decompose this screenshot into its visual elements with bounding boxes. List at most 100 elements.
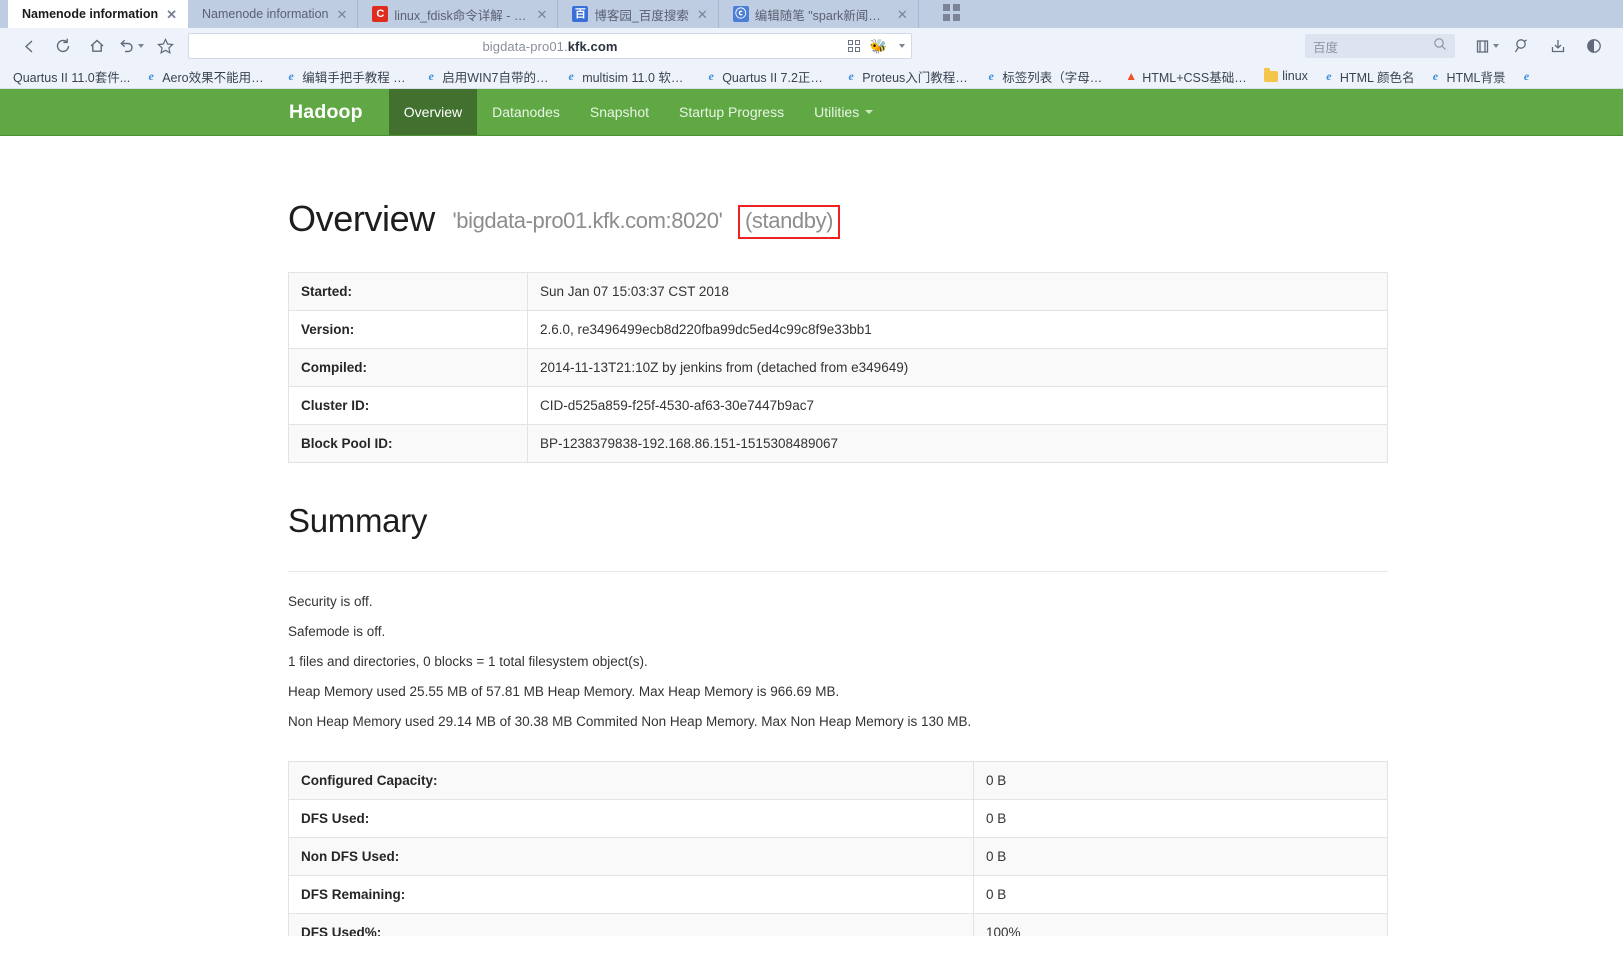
table-cell-key: Version: bbox=[288, 310, 528, 349]
apps-grid-icon[interactable] bbox=[942, 4, 960, 21]
ie-icon: e bbox=[848, 69, 854, 83]
overview-table: Started: Sun Jan 07 15:03:37 CST 2018 Vers… bbox=[288, 272, 1388, 463]
table-row: Started: Sun Jan 07 15:03:37 CST 2018 bbox=[288, 272, 1388, 311]
summary-line: Security is off. bbox=[288, 594, 373, 609]
nav-item-startup-progress[interactable]: Startup Progress bbox=[664, 89, 799, 135]
tab-title: linux_fdisk命令详解 - jac... bbox=[394, 8, 537, 23]
zoom-button[interactable] bbox=[1505, 31, 1539, 61]
tab-close-icon[interactable]: ✕ bbox=[337, 8, 348, 21]
chevron-down-icon bbox=[138, 44, 144, 48]
tab-close-icon[interactable]: ✕ bbox=[897, 8, 908, 21]
browser-tab[interactable]: 百博客园_百度搜索 ✕ bbox=[558, 0, 719, 28]
bookmark-item[interactable]: e 启用WIN7自带的xp... bbox=[417, 67, 557, 86]
table-cell-key: Non DFS Used: bbox=[288, 837, 974, 876]
window-capture-button[interactable] bbox=[1469, 31, 1503, 61]
fire-icon: ▲ bbox=[1125, 69, 1138, 83]
ie-icon: e bbox=[428, 69, 434, 83]
address-bar[interactable]: bigdata-pro01.kfk.com 🐝 bbox=[188, 33, 912, 59]
cnblogs-icon: ⓒ bbox=[732, 6, 749, 22]
nav-item-label: Datanodes bbox=[492, 104, 560, 120]
ie-icon: e bbox=[708, 69, 714, 83]
bookmark-label: HTML 颜色名 bbox=[1339, 70, 1415, 85]
browser-tab[interactable]: Namenode information ✕ bbox=[188, 0, 359, 28]
nav-item-utilities[interactable]: Utilities bbox=[799, 89, 888, 135]
bookmark-item[interactable]: e HTML背景 bbox=[1421, 67, 1512, 86]
bookmark-item[interactable]: e HTML 颜色名 bbox=[1315, 67, 1422, 86]
bookmark-label: 启用WIN7自带的xp... bbox=[442, 70, 551, 85]
table-cell-key: Compiled: bbox=[288, 348, 528, 387]
table-row: Cluster ID: CID-d525a859-f25f-4530-af63-3… bbox=[288, 386, 1388, 425]
bookmark-star-button[interactable] bbox=[148, 31, 182, 61]
download-button[interactable] bbox=[1541, 31, 1575, 61]
chevron-down-icon[interactable] bbox=[899, 44, 905, 48]
table-row: Block Pool ID: BP-1238379838-192.168.86.1… bbox=[288, 424, 1388, 463]
home-button[interactable] bbox=[80, 31, 114, 61]
summary-line: Safemode is off. bbox=[288, 624, 386, 639]
tab-title: Namenode information bbox=[202, 7, 329, 21]
bookmark-label: 编辑手把手教程 如... bbox=[302, 70, 411, 85]
chevron-down-icon bbox=[865, 110, 874, 114]
reload-button[interactable] bbox=[46, 31, 80, 61]
bookmark-item[interactable]: Quartus II 11.0套件... bbox=[6, 67, 137, 86]
hadoop-namenode-page: Hadoop Overview Datanodes Snapshot Startup … bbox=[0, 89, 1623, 936]
bookmark-item[interactable]: e 标签列表（字母排序） bbox=[977, 67, 1117, 86]
table-cell-value: 0 B bbox=[973, 799, 1388, 838]
search-input[interactable]: 百度 bbox=[1305, 34, 1455, 58]
bookmark-label: Proteus入门教程_百... bbox=[862, 70, 970, 85]
bookmark-item[interactable]: e bbox=[1512, 69, 1544, 83]
bookmark-label: HTML+CSS基础课... bbox=[1142, 70, 1251, 85]
night-mode-button[interactable] bbox=[1577, 31, 1611, 61]
table-cell-key: DFS Used: bbox=[288, 799, 974, 838]
table-cell-value: Sun Jan 07 15:03:37 CST 2018 bbox=[527, 272, 1388, 311]
bookmark-item[interactable]: e Quartus II 7.2正式... bbox=[697, 67, 837, 86]
tab-close-icon[interactable]: ✕ bbox=[537, 8, 548, 21]
nav-item-datanodes[interactable]: Datanodes bbox=[477, 89, 575, 135]
browser-toolbar: bigdata-pro01.kfk.com 🐝 百度 bbox=[0, 28, 1623, 64]
browser-tab[interactable]: ⓒ 编辑随笔 "spark新闻项... ✕ bbox=[719, 0, 919, 28]
table-cell-value: BP-1238379838-192.168.86.151-15153084890… bbox=[527, 424, 1388, 463]
summary-heading: Summary bbox=[288, 502, 428, 539]
search-placeholder: 百度 bbox=[1313, 40, 1339, 55]
bookmark-item[interactable]: e multisim 11.0 软件... bbox=[557, 67, 697, 86]
browser-tab[interactable]: Namenode information ✕ bbox=[8, 0, 189, 28]
bookmark-item[interactable]: ▲ HTML+CSS基础课... bbox=[1117, 67, 1257, 86]
summary-line: Heap Memory used 25.55 MB of 57.81 MB He… bbox=[288, 684, 840, 699]
table-cell-key: DFS Remaining: bbox=[288, 875, 974, 914]
table-row: Configured Capacity: 0 B bbox=[288, 761, 1388, 800]
undo-button[interactable] bbox=[114, 31, 148, 61]
summary-line: Non Heap Memory used 29.14 MB of 30.38 M… bbox=[288, 714, 972, 729]
back-button[interactable] bbox=[12, 31, 46, 61]
nav-item-label: Utilities bbox=[814, 104, 860, 120]
table-row: DFS Remaining: 0 B bbox=[288, 875, 1388, 914]
table-cell-value: 2014-11-13T21:10Z by jenkins from (detac… bbox=[527, 348, 1388, 387]
hadoop-brand[interactable]: Hadoop bbox=[277, 89, 389, 135]
bookmark-item[interactable]: e Aero效果不能用怎... bbox=[137, 67, 277, 86]
tab-strip: Namenode information ✕ Namenode informatio… bbox=[0, 0, 1623, 28]
bookmark-label: multisim 11.0 软件... bbox=[582, 70, 691, 85]
ie-icon: e bbox=[988, 69, 994, 83]
bookmark-item[interactable]: e Proteus入门教程_百... bbox=[837, 67, 977, 86]
table-cell-key: Started: bbox=[288, 272, 528, 311]
table-row: Version: 2.6.0, re3496499ecb8d220fba99dc5… bbox=[288, 310, 1388, 349]
csdn-icon: C bbox=[372, 6, 389, 22]
chevron-down-icon[interactable] bbox=[1492, 44, 1499, 48]
tab-close-icon[interactable]: ✕ bbox=[697, 8, 708, 21]
bookmark-item[interactable]: e 编辑手把手教程 如... bbox=[277, 67, 417, 86]
table-cell-key: Configured Capacity: bbox=[288, 761, 974, 800]
tab-close-icon[interactable]: ✕ bbox=[166, 8, 177, 21]
search-icon[interactable] bbox=[1433, 37, 1447, 56]
summary-lines: Security is off. Safemode is off. 1 files … bbox=[288, 572, 1623, 729]
ie-icon: e bbox=[148, 69, 154, 83]
nav-item-snapshot[interactable]: Snapshot bbox=[575, 89, 664, 135]
tab-title: 编辑随笔 "spark新闻项... bbox=[754, 8, 892, 23]
bookmark-item[interactable]: linux bbox=[1257, 67, 1315, 83]
qr-code-icon[interactable] bbox=[847, 40, 860, 52]
table-cell-key: Cluster ID: bbox=[288, 386, 528, 425]
browser-tab[interactable]: Clinux_fdisk命令详解 - jac... ✕ bbox=[358, 0, 559, 28]
ie-icon: e bbox=[288, 69, 294, 83]
nav-item-overview[interactable]: Overview bbox=[388, 89, 478, 135]
bee-icon[interactable]: 🐝 bbox=[870, 39, 887, 53]
bookmark-label: 标签列表（字母排序） bbox=[1002, 70, 1110, 85]
folder-icon bbox=[1264, 67, 1279, 83]
ie-icon: e bbox=[1523, 69, 1530, 83]
